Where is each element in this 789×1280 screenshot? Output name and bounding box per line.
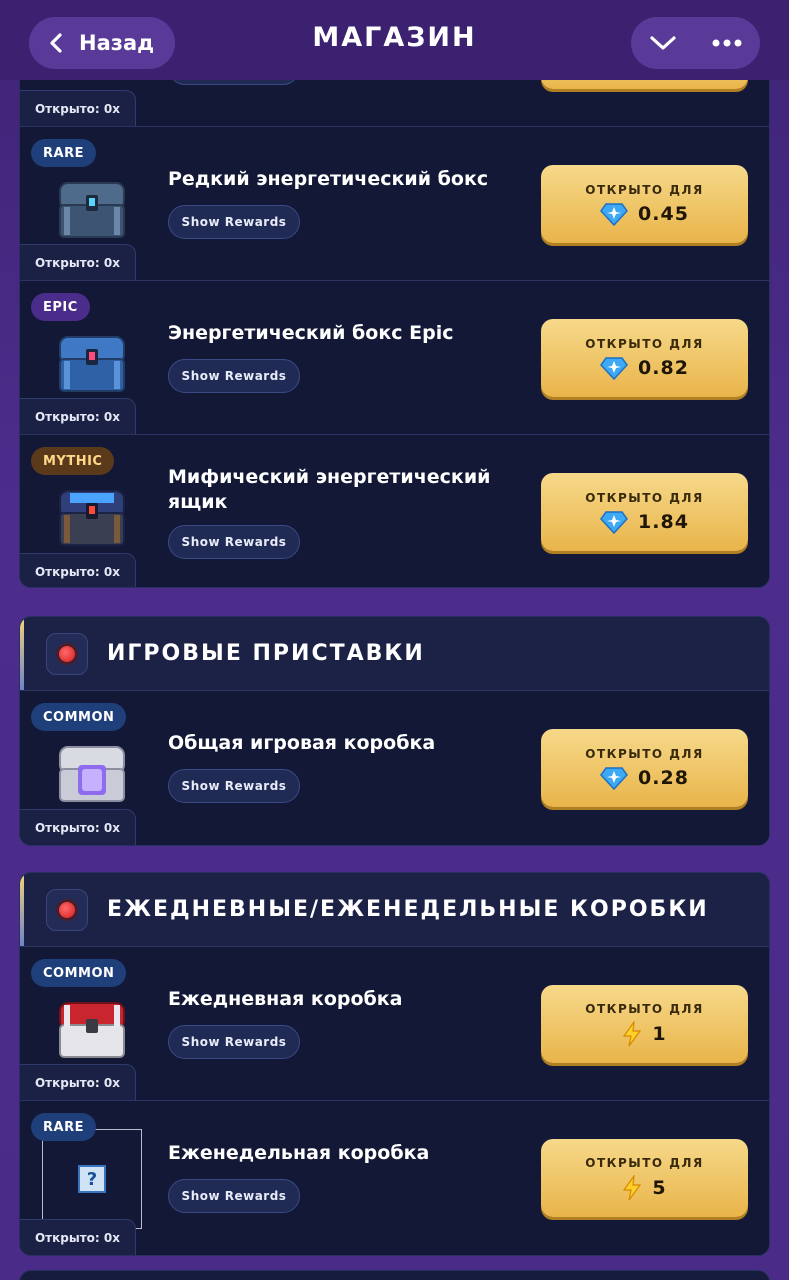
show-rewards-button[interactable]: Show Rewards bbox=[168, 525, 300, 559]
section-header[interactable]: ИГРОВЫЕ ПРИСТАВКИ bbox=[20, 617, 769, 691]
section-accent bbox=[20, 617, 24, 690]
buy-caption: ОТКРЫТО ДЛЯ bbox=[585, 182, 704, 197]
list-item: MYTHIC Мифический энергетический ящик Sh… bbox=[20, 435, 769, 587]
diamond-icon bbox=[600, 356, 629, 380]
price: 0.82 bbox=[600, 356, 689, 380]
section-title: ЕЖЕДНЕВНЫЕ/ЕЖЕНЕДЕЛЬНЫЕ КОРОБКИ bbox=[107, 897, 709, 922]
price: 1 bbox=[622, 1020, 667, 1047]
daily-weekly-panel: ЕЖЕДНЕВНЫЕ/ЕЖЕНЕДЕЛЬНЫЕ КОРОБКИ COMMON Е… bbox=[19, 872, 770, 1256]
opened-count: Открыто: 0x bbox=[20, 1219, 136, 1255]
price-value: 1.84 bbox=[638, 510, 689, 533]
buy-button[interactable]: ОТКРЫТО ДЛЯ 1.84 bbox=[541, 473, 748, 551]
daily-chest-icon bbox=[59, 1002, 125, 1058]
diamond-icon bbox=[600, 510, 629, 534]
opened-count: Открыто: 0x bbox=[20, 1064, 136, 1100]
price: 1.84 bbox=[600, 510, 689, 534]
show-rewards-button[interactable]: Show Rewards bbox=[168, 1179, 300, 1213]
section-accent bbox=[20, 873, 24, 946]
buy-caption: ОТКРЫТО ДЛЯ bbox=[585, 336, 704, 351]
record-dot-icon bbox=[46, 888, 88, 931]
buy-caption: ОТКРЫТО ДЛЯ bbox=[585, 490, 704, 505]
buy-button[interactable]: ОТКРЫТО ДЛЯ 1 bbox=[541, 985, 748, 1063]
list-item: EPIC Энергетический бокс Epic Show Rewar… bbox=[20, 281, 769, 435]
opened-count: Открыто: 0x bbox=[20, 398, 136, 434]
header-actions bbox=[631, 17, 760, 69]
broken-image-icon: ? bbox=[42, 1129, 142, 1229]
show-rewards-button[interactable]: Show Rewards bbox=[168, 359, 300, 393]
rare-chest-icon bbox=[59, 182, 125, 238]
chevron-down-icon bbox=[650, 36, 676, 50]
item-name: Еженедельная коробка bbox=[168, 1142, 430, 1164]
price: 5 bbox=[622, 1174, 667, 1201]
buy-button[interactable]: ОТКРЫТО ДЛЯ 0.82 bbox=[541, 319, 748, 397]
price-value: 1 bbox=[652, 1022, 667, 1045]
lightning-icon bbox=[623, 1020, 642, 1046]
diamond-icon bbox=[600, 202, 629, 226]
item-name: Мифический энергетический ящик bbox=[168, 466, 491, 513]
list-item: COMMON Общая игровая коробка Show Reward… bbox=[20, 691, 769, 845]
item-name: Ежедневная коробка bbox=[168, 988, 403, 1010]
next-panel-edge bbox=[19, 1270, 770, 1280]
list-item: COMMON Ежедневная коробка Show Rewards О… bbox=[20, 947, 769, 1101]
price-value: 0.82 bbox=[638, 356, 689, 379]
opened-count: Открыто: 0x bbox=[20, 244, 136, 280]
item-name: Общая игровая коробка bbox=[168, 732, 436, 754]
opened-count: Открыто: 0x bbox=[20, 809, 136, 845]
rarity-badge: RARE bbox=[31, 139, 96, 167]
price: 0.45 bbox=[600, 202, 689, 226]
opened-count: Открыто: 0x bbox=[20, 553, 136, 587]
buy-button[interactable]: ОТКРЫТО ДЛЯ 0.28 bbox=[541, 729, 748, 807]
show-rewards-button[interactable]: Show Rewards bbox=[168, 205, 300, 239]
record-dot-icon bbox=[46, 632, 88, 675]
collapse-button[interactable] bbox=[631, 17, 695, 69]
epic-chest-icon bbox=[59, 336, 125, 392]
buy-caption: ОТКРЫТО ДЛЯ bbox=[585, 746, 704, 761]
top-bar: Назад МАГАЗИН bbox=[0, 0, 789, 80]
section-header[interactable]: ЕЖЕДНЕВНЫЕ/ЕЖЕНЕДЕЛЬНЫЕ КОРОБКИ bbox=[20, 873, 769, 947]
common-chest-icon bbox=[59, 746, 125, 802]
opened-count: Открыто: 0x bbox=[20, 90, 136, 126]
price-value: 0.45 bbox=[638, 202, 689, 225]
show-rewards-button[interactable]: Show Rewards bbox=[168, 1025, 300, 1059]
diamond-icon bbox=[600, 766, 629, 790]
mythic-chest-icon bbox=[59, 490, 125, 546]
price-value: 0.28 bbox=[638, 766, 689, 789]
more-dots-icon bbox=[712, 39, 742, 47]
buy-caption: ОТКРЫТО ДЛЯ bbox=[585, 1155, 704, 1170]
price-value: 5 bbox=[652, 1176, 667, 1199]
rarity-badge: RARE bbox=[31, 1113, 96, 1141]
item-name: Энергетический бокс Epic bbox=[168, 322, 454, 344]
section-title: ИГРОВЫЕ ПРИСТАВКИ bbox=[107, 641, 425, 666]
rarity-badge: COMMON bbox=[31, 703, 127, 731]
list-item: RARE Редкий энергетический бокс Show Rew… bbox=[20, 127, 769, 281]
rarity-badge: EPIC bbox=[31, 293, 90, 321]
lightning-icon bbox=[623, 1174, 642, 1200]
game-consoles-panel: ИГРОВЫЕ ПРИСТАВКИ COMMON Общая игровая к… bbox=[19, 616, 770, 846]
buy-caption: ОТКРЫТО ДЛЯ bbox=[585, 1001, 704, 1016]
more-button[interactable] bbox=[695, 17, 759, 69]
rarity-badge: MYTHIC bbox=[31, 447, 115, 475]
buy-button[interactable]: ОТКРЫТО ДЛЯ 0.45 bbox=[541, 165, 748, 243]
item-name: Редкий энергетический бокс bbox=[168, 168, 489, 190]
buy-button[interactable]: ОТКРЫТО ДЛЯ 5 bbox=[541, 1139, 748, 1217]
list-item: ? RARE Еженедельная коробка Show Rewards… bbox=[20, 1101, 769, 1255]
rarity-badge: COMMON bbox=[31, 959, 127, 987]
price: 0.28 bbox=[600, 766, 689, 790]
energy-boxes-panel: Открыто: 0x RARE Редкий энергетический б… bbox=[19, 40, 770, 588]
show-rewards-button[interactable]: Show Rewards bbox=[168, 769, 300, 803]
